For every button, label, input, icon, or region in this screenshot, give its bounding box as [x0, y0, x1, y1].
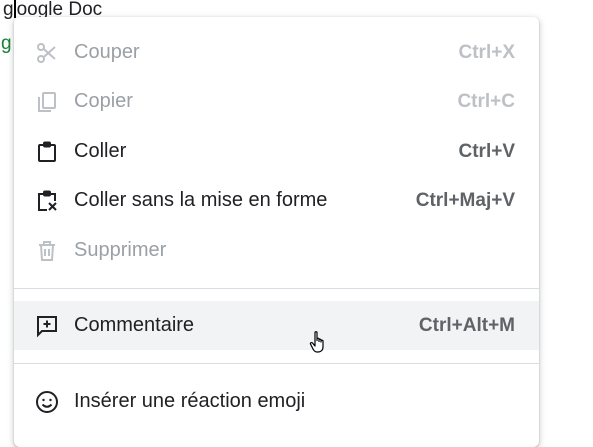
- menu-item-commentaire[interactable]: Commentaire Ctrl+Alt+M: [14, 301, 539, 350]
- menu-divider: [14, 288, 539, 289]
- menu-item-inserer-reaction-emoji[interactable]: Insérer une réaction emoji: [14, 377, 539, 426]
- menu-item-label: Couper: [74, 41, 140, 63]
- menu-item-label: Supprimer: [74, 239, 167, 261]
- paste-no-format-icon: [33, 187, 61, 215]
- menu-item-coller-sans-mise-en-forme[interactable]: Coller sans la mise en forme Ctrl+Maj+V: [14, 176, 539, 225]
- menu-item-coller[interactable]: Coller Ctrl+V: [14, 127, 539, 176]
- trash-icon: [33, 237, 61, 265]
- menu-item-label: Commentaire: [74, 314, 195, 336]
- menu-item-supprimer[interactable]: Supprimer: [14, 226, 539, 275]
- menu-item-label: Coller sans la mise en forme: [74, 189, 328, 211]
- clipboard-icon: [33, 138, 61, 166]
- menu-item-shortcut: Ctrl+X: [458, 41, 516, 63]
- context-menu: Couper Ctrl+X Copier Ctrl+C Coller Ctrl+…: [14, 17, 539, 447]
- menu-item-shortcut: Ctrl+C: [457, 90, 515, 112]
- menu-divider: [14, 363, 539, 364]
- copy-icon: [33, 88, 61, 116]
- menu-item-shortcut: Ctrl+Alt+M: [418, 314, 515, 336]
- menu-item-shortcut: Ctrl+Maj+V: [415, 189, 515, 211]
- menu-item-label: Insérer une réaction emoji: [74, 390, 306, 412]
- menu-item-shortcut: Ctrl+V: [458, 140, 516, 162]
- document-text-line-2[interactable]: g: [1, 33, 12, 55]
- hand-pointer-cursor-icon: [309, 331, 324, 353]
- add-comment-icon: [33, 312, 61, 340]
- emoji-icon: [33, 388, 61, 416]
- menu-item-label: Copier: [74, 90, 133, 112]
- menu-item-couper[interactable]: Couper Ctrl+X: [14, 28, 539, 77]
- menu-item-copier[interactable]: Copier Ctrl+C: [14, 77, 539, 126]
- scissors-icon: [33, 39, 61, 67]
- menu-item-label: Coller: [74, 140, 127, 162]
- document-text-first-char: g: [3, 0, 14, 20]
- text-caret: [13, 0, 16, 18]
